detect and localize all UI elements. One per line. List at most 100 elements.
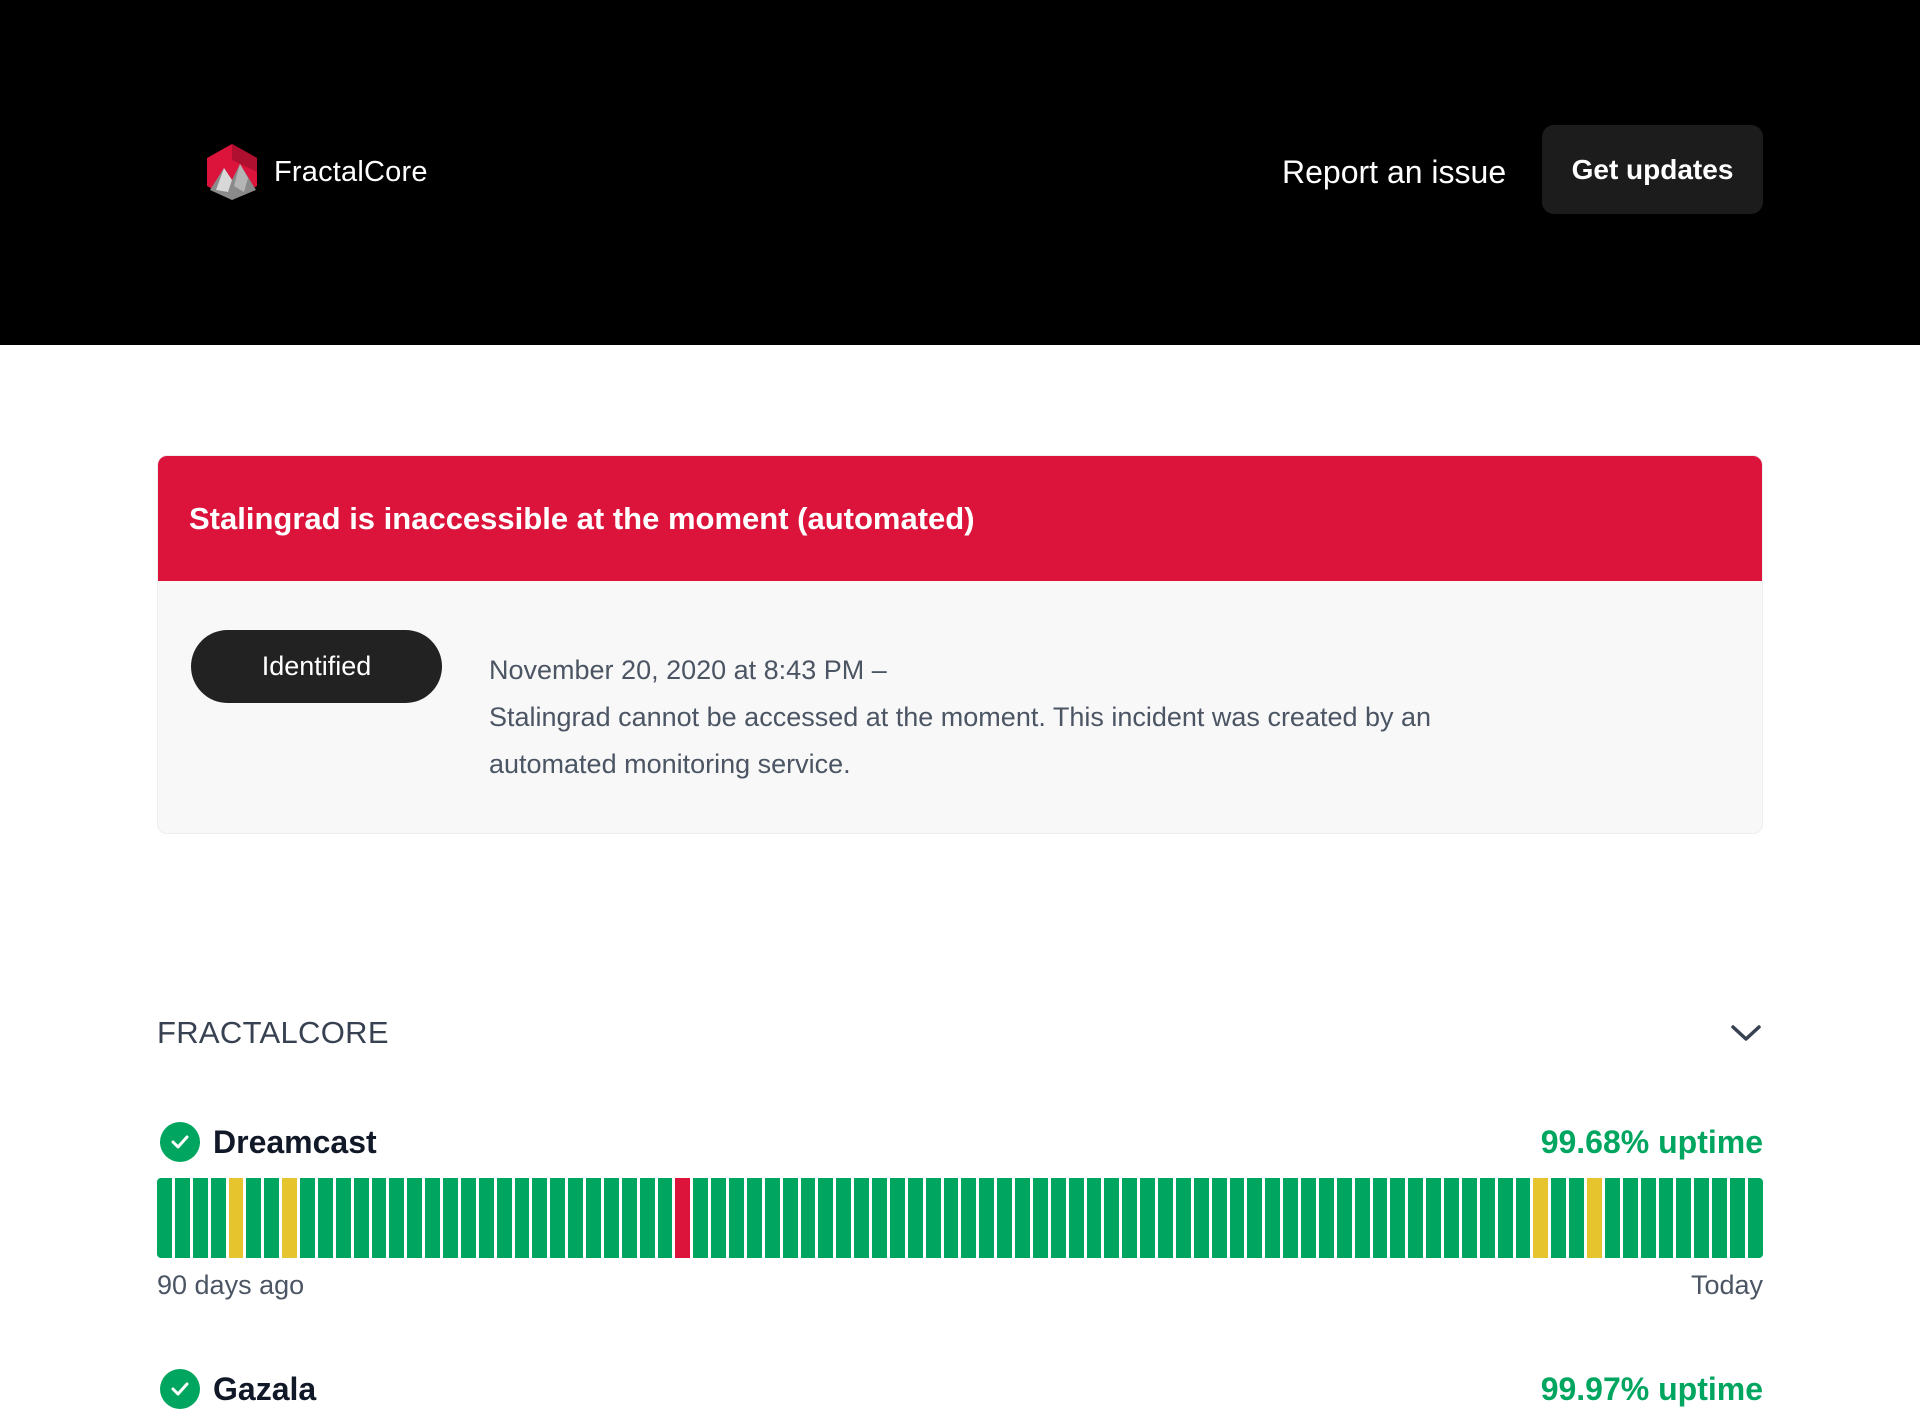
get-updates-button[interactable]: Get updates <box>1542 125 1763 214</box>
uptime-day-bar-up[interactable] <box>854 1178 869 1258</box>
uptime-day-bar-up[interactable] <box>1640 1178 1656 1258</box>
uptime-day-bar-up[interactable] <box>711 1178 726 1258</box>
uptime-day-bar-up[interactable] <box>979 1178 995 1258</box>
uptime-day-bar-up[interactable] <box>317 1178 333 1258</box>
uptime-day-bar-up[interactable] <box>1747 1178 1763 1258</box>
uptime-day-bar-up[interactable] <box>496 1178 512 1258</box>
uptime-day-bar-up[interactable] <box>1461 1178 1477 1258</box>
uptime-day-bar-up[interactable] <box>1479 1178 1495 1258</box>
uptime-day-bar-up[interactable] <box>425 1178 440 1258</box>
brand[interactable]: FractalCore <box>204 142 428 202</box>
uptime-day-bar-up[interactable] <box>1158 1178 1173 1258</box>
uptime-day-bar-up[interactable] <box>246 1178 262 1258</box>
uptime-day-bar-up[interactable] <box>443 1178 458 1258</box>
uptime-day-bar-up[interactable] <box>889 1178 905 1258</box>
uptime-day-bar-up[interactable] <box>1068 1178 1084 1258</box>
uptime-day-bar-up[interactable] <box>1551 1178 1567 1258</box>
uptime-day-bar-up[interactable] <box>1318 1178 1334 1258</box>
uptime-day-bar-up[interactable] <box>192 1178 208 1258</box>
uptime-day-bar-up[interactable] <box>1336 1178 1352 1258</box>
uptime-day-bar-up[interactable] <box>1730 1178 1745 1258</box>
uptime-day-bar-up[interactable] <box>961 1178 977 1258</box>
uptime-day-bar-up[interactable] <box>1283 1178 1298 1258</box>
uptime-day-bar-up[interactable] <box>1444 1178 1459 1258</box>
uptime-day-bar-up[interactable] <box>1372 1178 1388 1258</box>
uptime-day-bar-up[interactable] <box>729 1178 744 1258</box>
uptime-day-bar-up[interactable] <box>621 1178 637 1258</box>
uptime-day-bar-degraded[interactable] <box>1587 1178 1602 1258</box>
uptime-day-bar-up[interactable] <box>478 1178 494 1258</box>
uptime-day-bar-up[interactable] <box>1122 1178 1138 1258</box>
component-label: Dreamcast <box>157 1122 377 1162</box>
uptime-day-bar-up[interactable] <box>1140 1178 1155 1258</box>
uptime-day-bar-up[interactable] <box>1408 1178 1424 1258</box>
uptime-day-bar-up[interactable] <box>460 1178 476 1258</box>
uptime-day-bar-up[interactable] <box>210 1178 226 1258</box>
uptime-day-bar-up[interactable] <box>389 1178 405 1258</box>
uptime-day-bar-up[interactable] <box>1104 1178 1120 1258</box>
uptime-day-bar-up[interactable] <box>836 1178 852 1258</box>
uptime-day-bar-up[interactable] <box>746 1178 762 1258</box>
uptime-day-bar-up[interactable] <box>657 1178 673 1258</box>
uptime-day-bar-up[interactable] <box>639 1178 655 1258</box>
uptime-day-bar-degraded[interactable] <box>228 1178 244 1258</box>
uptime-day-bar-up[interactable] <box>872 1178 887 1258</box>
uptime-day-bar-up[interactable] <box>943 1178 959 1258</box>
uptime-day-bar-degraded[interactable] <box>1533 1178 1549 1258</box>
uptime-day-bar-up[interactable] <box>157 1178 172 1258</box>
uptime-day-bar-up[interactable] <box>1676 1178 1692 1258</box>
uptime-day-bar-up[interactable] <box>1301 1178 1316 1258</box>
uptime-day-bar-up[interactable] <box>335 1178 351 1258</box>
uptime-day-bar-up[interactable] <box>568 1178 583 1258</box>
uptime-day-bar-up[interactable] <box>1086 1178 1102 1258</box>
uptime-day-bar-up[interactable] <box>1175 1178 1191 1258</box>
uptime-day-bar-up[interactable] <box>1622 1178 1638 1258</box>
uptime-day-bar-up[interactable] <box>1193 1178 1209 1258</box>
uptime-day-bar-up[interactable] <box>532 1178 548 1258</box>
uptime-day-bar-up[interactable] <box>586 1178 601 1258</box>
uptime-day-bar-up[interactable] <box>800 1178 816 1258</box>
uptime-day-bar-up[interactable] <box>1050 1178 1066 1258</box>
uptime-day-bar-up[interactable] <box>782 1178 798 1258</box>
brand-name: FractalCore <box>274 155 428 188</box>
uptime-day-bar-up[interactable] <box>1497 1178 1513 1258</box>
uptime-day-bar-up[interactable] <box>514 1178 530 1258</box>
axis-end-label: Today <box>1690 1270 1763 1300</box>
report-issue-link[interactable]: Report an issue <box>1282 154 1506 191</box>
uptime-day-bar-up[interactable] <box>1265 1178 1281 1258</box>
uptime-day-bar-down[interactable] <box>675 1178 691 1258</box>
chevron-down-icon[interactable] <box>1729 1022 1763 1044</box>
uptime-day-bar-up[interactable] <box>1515 1178 1531 1258</box>
component-group-header[interactable]: FRACTALCORE <box>157 1010 1763 1056</box>
uptime-day-bar-up[interactable] <box>818 1178 834 1258</box>
uptime-day-bar-up[interactable] <box>1712 1178 1727 1258</box>
uptime-day-bar-up[interactable] <box>1390 1178 1406 1258</box>
uptime-day-bar-up[interactable] <box>1211 1178 1227 1258</box>
uptime-day-bar-up[interactable] <box>1229 1178 1245 1258</box>
uptime-day-bar-up[interactable] <box>925 1178 941 1258</box>
uptime-day-bar-up[interactable] <box>1569 1178 1584 1258</box>
uptime-day-bar-up[interactable] <box>1658 1178 1674 1258</box>
uptime-day-bar-up[interactable] <box>264 1178 280 1258</box>
uptime-day-bar-up[interactable] <box>353 1178 369 1258</box>
uptime-day-bar-up[interactable] <box>603 1178 619 1258</box>
uptime-day-bar-up[interactable] <box>1426 1178 1441 1258</box>
uptime-day-bar-up[interactable] <box>693 1178 709 1258</box>
uptime-day-bar-degraded[interactable] <box>282 1178 297 1258</box>
uptime-day-bar-up[interactable] <box>907 1178 923 1258</box>
uptime-day-bar-up[interactable] <box>371 1178 387 1258</box>
uptime-day-bar-up[interactable] <box>764 1178 780 1258</box>
uptime-day-bar-up[interactable] <box>550 1178 566 1258</box>
uptime-day-bar-up[interactable] <box>300 1178 315 1258</box>
uptime-day-bar-up[interactable] <box>1694 1178 1710 1258</box>
uptime-day-bar-up[interactable] <box>407 1178 423 1258</box>
uptime-day-bar-up[interactable] <box>1247 1178 1263 1258</box>
uptime-day-bar-up[interactable] <box>1604 1178 1620 1258</box>
uptime-day-bar-up[interactable] <box>174 1178 190 1258</box>
uptime-day-bar-up[interactable] <box>997 1178 1012 1258</box>
uptime-day-bar-up[interactable] <box>1354 1178 1370 1258</box>
incident-title[interactable]: Stalingrad is inaccessible at the moment… <box>189 501 975 537</box>
uptime-day-bar-up[interactable] <box>1032 1178 1048 1258</box>
group-title: FRACTALCORE <box>157 1015 389 1050</box>
uptime-day-bar-up[interactable] <box>1015 1178 1030 1258</box>
